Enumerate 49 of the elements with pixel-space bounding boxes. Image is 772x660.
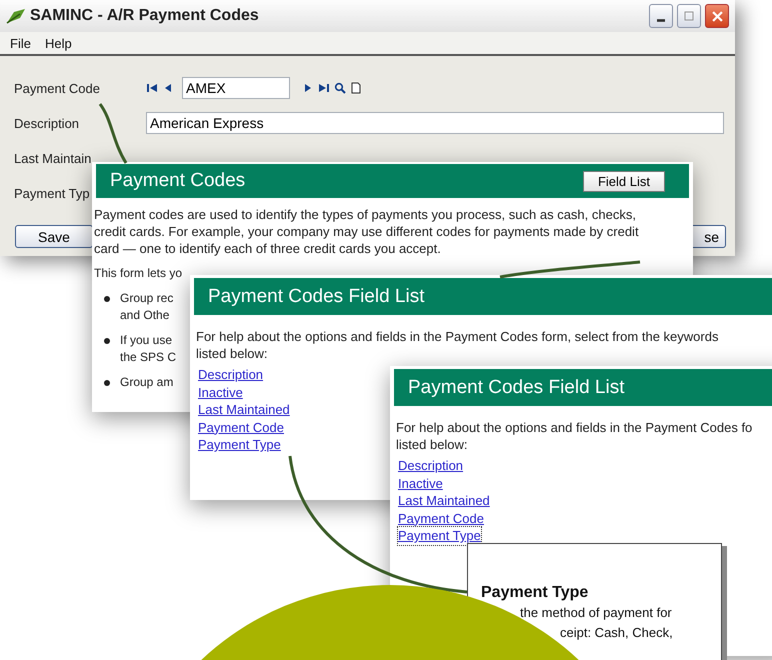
field-link[interactable]: Description [398,457,464,474]
minimize-icon [657,18,665,22]
maximize-icon [684,11,694,21]
field-link[interactable]: Last Maintained [198,401,290,418]
new-document-icon[interactable] [350,82,362,94]
save-button[interactable]: Save [15,225,93,248]
help-title: Payment Codes [110,170,246,192]
close-icon [712,10,722,22]
first-record-icon[interactable] [146,82,158,94]
field-link[interactable]: Description [198,366,264,384]
field-link[interactable]: Payment Code [198,418,284,436]
help-paragraph: For help about the options and fields in the Payment Codes form, select from the keywords listed below: [196,328,718,362]
minimize-button[interactable] [649,4,673,28]
bullet-text: Group am [120,374,174,391]
field-list-button[interactable]: Field List [582,170,665,192]
payment-code-field[interactable]: AMEX [182,77,290,99]
field-link[interactable]: Payment Type [398,527,481,544]
menu-item[interactable]: File [10,36,31,50]
field-link[interactable]: Inactive [198,384,243,401]
popup-text: ceipt: Cash, Check, [560,625,673,640]
field-link[interactable]: Inactive [398,474,443,492]
help-paragraph: Payment codes are used to identify the types of payments you process, such as cash, checks, credit cards. For example, your company may use different codes for payments made by credit card — one to identify each of three credit cards you accept. [94,206,639,257]
help-paragraph: For help about the options and fields in the Payment Codes fo listed below: [396,419,752,453]
field-link[interactable]: Last Maintained [398,492,490,510]
field-label: Payment Typ [14,186,90,200]
help-title: Payment Codes Field List [408,376,624,398]
close-form-button[interactable]: se [690,225,726,248]
description-field[interactable]: American Express [146,112,724,134]
field-label: Description [14,116,80,130]
leaf-icon [6,8,26,24]
help-title: Payment Codes Field List [208,286,424,308]
bullet-text: If you use the SPS C [120,332,176,366]
close-button[interactable] [705,4,729,28]
bullet-text: Group rec and Othe [120,290,174,324]
window-title: SAMINC - A/R Payment Codes [30,7,260,25]
bullet-icon [104,296,110,302]
bullet-icon [104,380,110,386]
popup-title: Payment Type [481,584,590,602]
field-link[interactable]: Payment Type [198,436,281,454]
field-label: Last Maintain [14,150,92,166]
field-label: Payment Code [14,80,100,96]
search-icon[interactable] [334,82,346,94]
leader-line [98,103,128,164]
menu-item[interactable]: Help [44,36,72,50]
field-link[interactable]: Payment Code [398,510,484,527]
bullet-icon [104,338,110,344]
last-record-icon[interactable] [318,82,330,94]
popup-text: the method of payment for [520,605,672,620]
help-paragraph: This form lets yo [94,265,182,282]
